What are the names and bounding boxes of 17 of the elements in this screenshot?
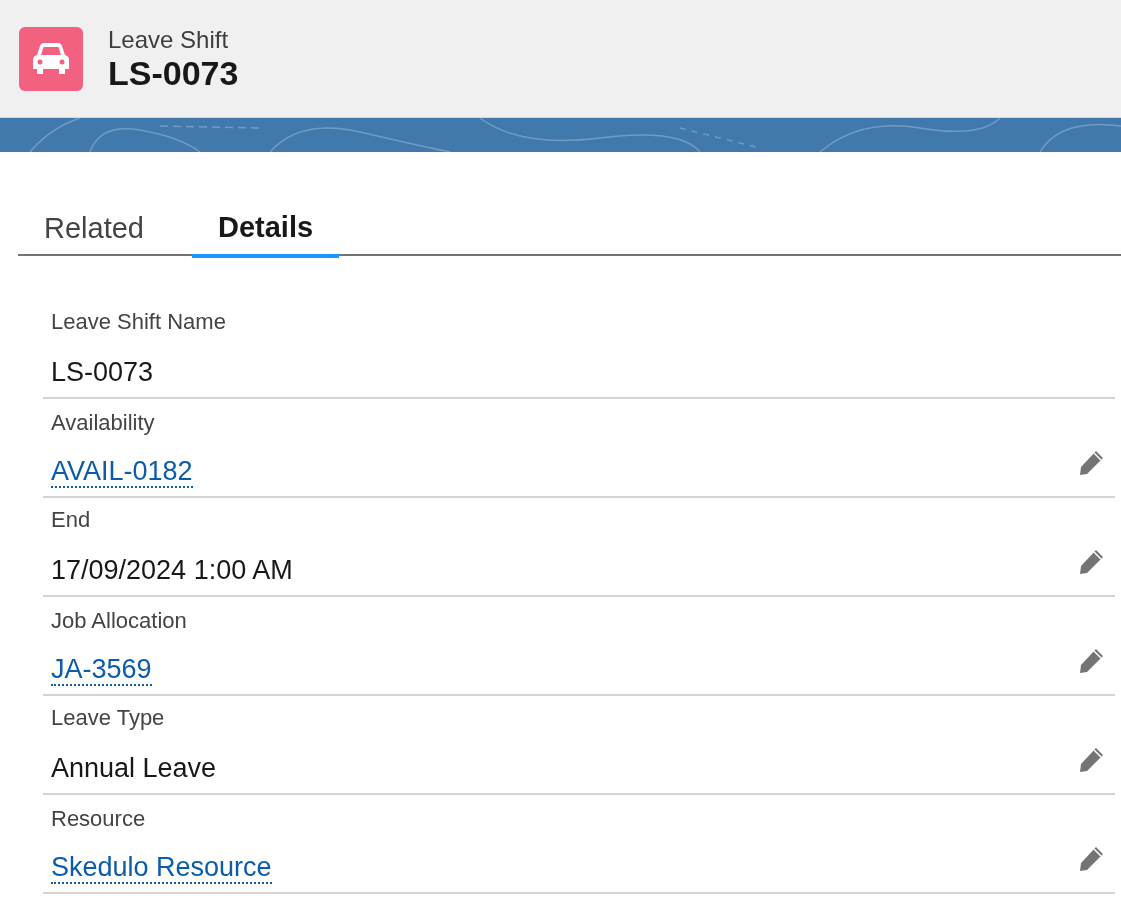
record-title: LS-0073 bbox=[108, 53, 239, 92]
field-link[interactable]: JA-3569 bbox=[51, 654, 152, 686]
field-value: 17/09/2024 1:00 AM bbox=[51, 554, 293, 587]
field-link[interactable]: AVAIL-0182 bbox=[51, 456, 193, 488]
field-value: LS-0073 bbox=[51, 356, 154, 389]
car-icon bbox=[19, 26, 83, 91]
field-label: Resource bbox=[51, 806, 147, 832]
field-label: Job Allocation bbox=[51, 608, 187, 634]
field-label: Leave Type bbox=[51, 705, 166, 731]
tab[interactable]: Details bbox=[191, 185, 340, 258]
field-value: Annual Leave bbox=[51, 752, 217, 785]
object-type: Leave Shift bbox=[108, 25, 230, 54]
field-label: Leave Shift Name bbox=[51, 309, 226, 335]
tab[interactable]: Related bbox=[18, 185, 170, 256]
field-label: End bbox=[51, 507, 92, 533]
field-link[interactable]: Skedulo Resource bbox=[51, 852, 272, 884]
field-label: Availability bbox=[51, 410, 156, 436]
